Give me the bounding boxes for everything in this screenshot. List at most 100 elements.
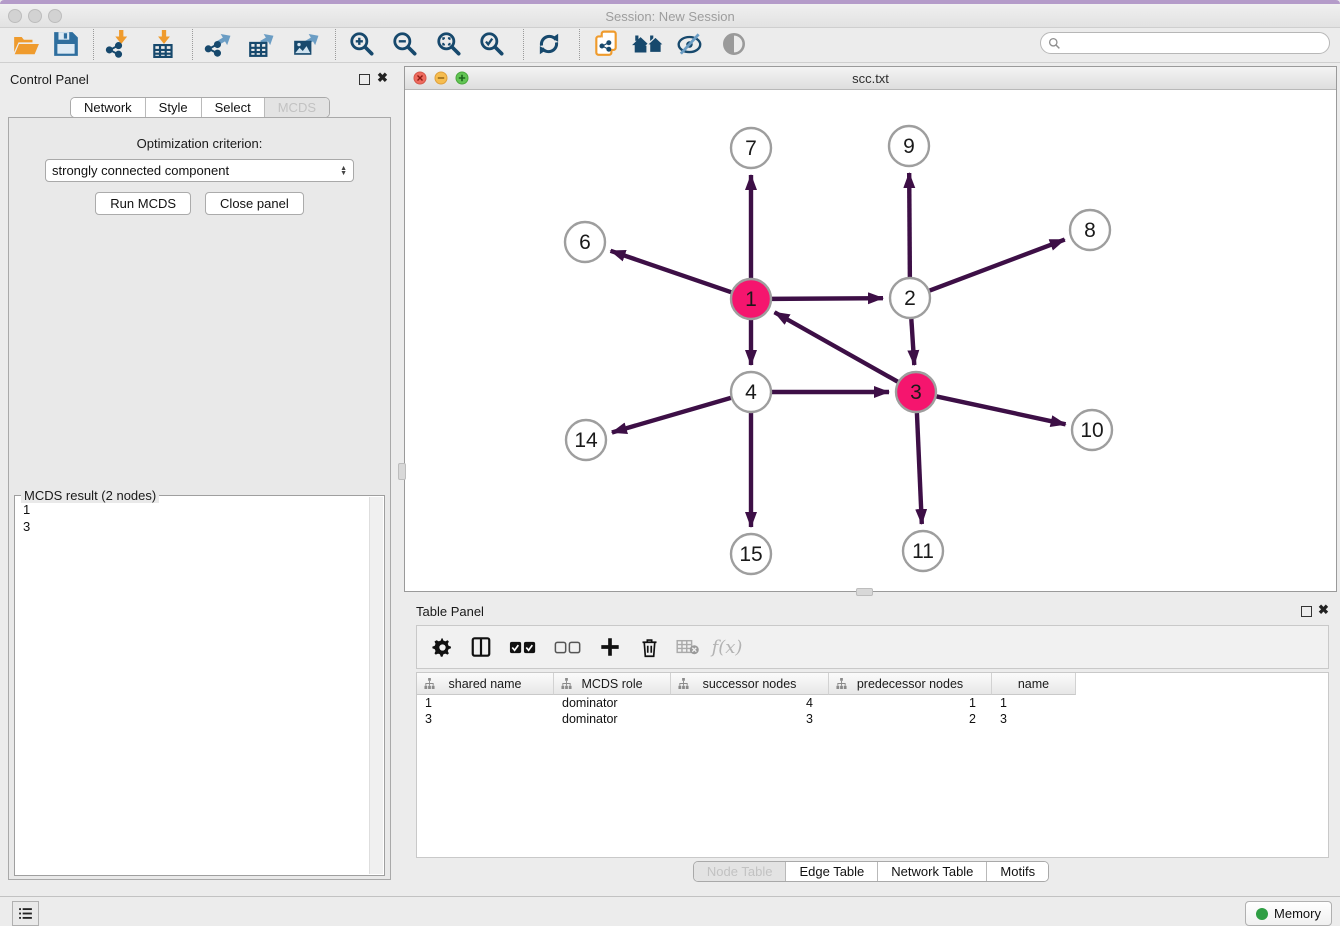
window-title: Session: New Session [0,9,1340,24]
apply-layout-icon[interactable] [535,30,563,58]
tab-edge-table[interactable]: Edge Table [786,862,878,881]
tab-network-table[interactable]: Network Table [878,862,987,881]
add-column-icon[interactable] [598,635,622,659]
list-icon [17,905,34,922]
zoom-fit-icon[interactable] [435,30,463,58]
search-icon [1048,37,1061,50]
open-session-icon[interactable] [12,30,40,58]
tab-network[interactable]: Network [71,98,146,117]
toggle-graphics-details-icon[interactable] [676,30,704,58]
graph-edge-4-14[interactable] [612,398,731,433]
network-canvas[interactable]: 7968124314101511 [405,90,1336,591]
workspace: Control Panel ✖ Network Style Select MCD… [0,62,1340,896]
table-cell[interactable]: 1 [992,695,1076,711]
table-row[interactable]: 1dominator411 [417,695,1328,711]
toolbar-separator [192,29,193,60]
save-session-icon[interactable] [52,30,80,58]
close-panel-icon[interactable]: ✖ [377,70,388,86]
memory-button[interactable]: Memory [1245,901,1332,926]
graph-edge-3-11[interactable] [917,413,922,524]
column-header-successor-nodes[interactable]: successor nodes [671,673,829,695]
column-type-icon [836,678,847,689]
column-header-predecessor-nodes[interactable]: predecessor nodes [829,673,992,695]
status-bar: Memory [0,896,1340,926]
graph-node-label: 14 [574,429,598,452]
graph-edge-1-2[interactable] [772,298,883,299]
table-cell[interactable]: 3 [417,711,554,727]
column-header-name[interactable]: name [992,673,1076,695]
graph-node-label: 4 [745,381,757,404]
table-cell[interactable]: 1 [417,695,554,711]
graph-node-label: 1 [745,288,757,311]
control-panel-title: Control Panel [10,72,89,87]
memory-label: Memory [1274,906,1321,921]
table-cell[interactable]: 3 [992,711,1076,727]
mcds-buttons-row: Run MCDS Close panel [9,192,390,215]
export-table-icon[interactable] [247,30,275,58]
toolbar-separator [579,29,580,60]
select-all-columns-icon[interactable] [508,635,538,659]
table-cell[interactable]: 1 [829,695,992,711]
table-toolbar: f(x) [416,625,1329,669]
panel-splitter-handle-horizontal[interactable] [856,588,873,596]
table-header-row: shared name MCDS role successor nodesprede… [417,673,1328,695]
graph-node-label: 3 [910,381,922,404]
tab-select[interactable]: Select [202,98,265,117]
zoom-in-icon[interactable] [348,30,376,58]
float-panel-icon[interactable] [359,74,370,85]
show-panels-button[interactable] [12,901,39,926]
graph-node-label: 8 [1084,219,1096,242]
graph-edge-2-8[interactable] [930,240,1065,291]
tab-motifs[interactable]: Motifs [987,862,1048,881]
birds-eye-view-icon[interactable] [720,30,748,58]
table-cell[interactable]: 4 [671,695,829,711]
tab-node-table[interactable]: Node Table [694,862,787,881]
close-panel-button[interactable]: Close panel [205,192,304,215]
deselect-all-columns-icon[interactable] [553,635,583,659]
delete-column-icon[interactable] [637,635,661,659]
criterion-select[interactable]: strongly connected component ▲▼ [45,159,354,182]
import-table-icon[interactable] [150,30,178,58]
graph-edge-2-3[interactable] [911,319,914,365]
column-header-shared-name[interactable]: shared name [417,673,554,695]
run-mcds-button[interactable]: Run MCDS [95,192,191,215]
graph-edge-3-10[interactable] [937,396,1066,424]
zoom-out-icon[interactable] [391,30,419,58]
column-header-label: MCDS role [581,677,642,691]
table-cell[interactable]: 2 [829,711,992,727]
table-close-panel-icon[interactable]: ✖ [1318,602,1329,618]
delete-table-icon[interactable] [676,635,700,659]
table-cell[interactable]: dominator [554,695,671,711]
zoom-selected-icon[interactable] [478,30,506,58]
mcds-panel: Optimization criterion: strongly connect… [8,117,391,880]
table-float-panel-icon[interactable] [1301,606,1312,617]
main-toolbar [0,28,1340,63]
graph-edge-1-6[interactable] [611,251,732,292]
toolbar-separator [523,29,524,60]
column-type-icon [678,678,689,689]
result-scrollbar[interactable] [369,497,383,874]
table-cell[interactable]: 3 [671,711,829,727]
panel-splitter-handle-vertical[interactable] [398,463,406,480]
import-network-icon[interactable] [104,30,132,58]
search-input[interactable] [1040,32,1330,54]
export-network-icon[interactable] [204,30,232,58]
function-builder-icon[interactable]: f(x) [715,635,739,659]
column-visibility-icon[interactable] [469,635,493,659]
select-chevrons-icon: ▲▼ [340,166,347,176]
table-panel-title: Table Panel [416,604,484,619]
column-header-MCDS-role[interactable]: MCDS role [554,673,671,695]
tab-mcds[interactable]: MCDS [265,98,329,117]
graph-edge-3-1[interactable] [775,312,898,381]
table-row[interactable]: 3dominator323 [417,711,1328,727]
graph-node-label: 6 [579,231,591,254]
settings-gear-icon[interactable] [430,635,454,659]
show-all-networks-icon[interactable] [631,30,665,58]
toolbar-separator [335,29,336,60]
table-cell[interactable]: dominator [554,711,671,727]
graph-node-label: 2 [904,287,916,310]
clone-network-icon[interactable] [592,30,620,58]
tab-style[interactable]: Style [146,98,202,117]
graph-edge-2-9[interactable] [909,173,910,277]
export-image-icon[interactable] [292,30,320,58]
